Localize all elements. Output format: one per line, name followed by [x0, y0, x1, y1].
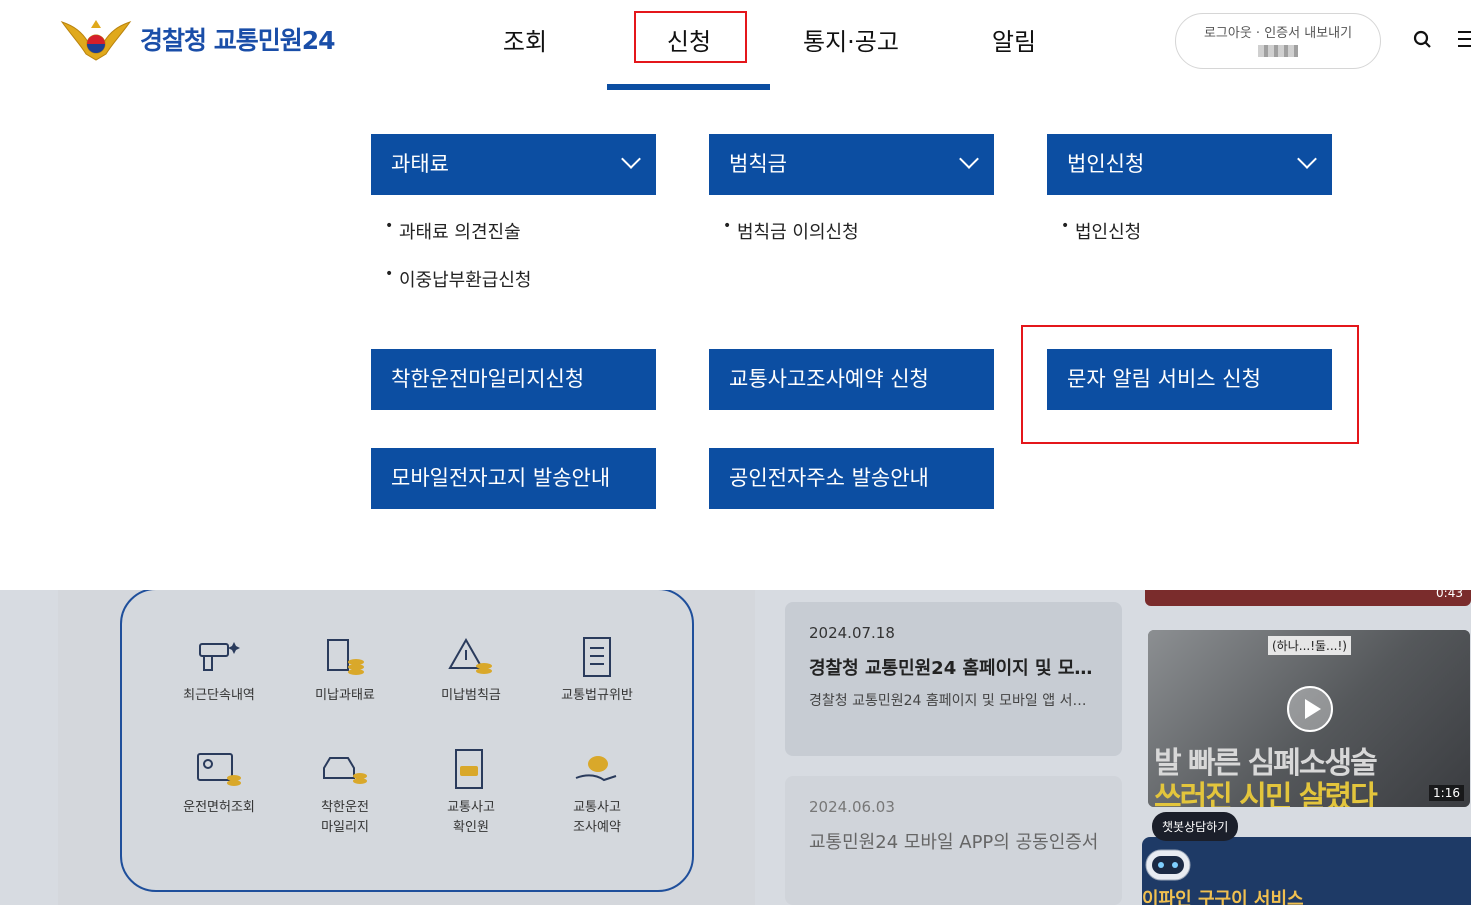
safe-driving-mileage-button[interactable]: 착한운전마일리지신청	[371, 349, 656, 410]
chevron-down-icon	[1297, 149, 1317, 169]
news-card[interactable]: 2024.07.18 경찰청 교통민원24 홈페이지 및 모바일 앱 경찰청 교…	[785, 602, 1122, 756]
category-fine-button[interactable]: 과태료	[371, 134, 656, 195]
category-penalty-label: 범칙금	[729, 152, 787, 176]
page-background: 최근단속내역 미납과태료 미납범칙금 교통법규위반 운전면허조회 착한운전 마일…	[0, 586, 1471, 905]
logout-link[interactable]: 로그아웃	[1204, 26, 1252, 41]
category-corporate-button[interactable]: 법인신청	[1047, 134, 1332, 195]
certified-e-address-button[interactable]: 공인전자주소 발송안내	[709, 448, 994, 509]
checklist-icon	[583, 637, 611, 677]
news-card[interactable]: 2024.06.03 교통민원24 모바일 APP의 공동인증서	[785, 776, 1122, 905]
police-emblem-icon	[60, 14, 132, 64]
car-coins-icon	[323, 757, 367, 784]
quick-accident-reservation[interactable]: 교통사고 조사예약	[542, 748, 652, 838]
quick-accident-certificate[interactable]: 교통사고 확인원	[416, 748, 526, 838]
mobile-e-notice-button[interactable]: 모바일전자고지 발송안내	[371, 448, 656, 509]
news-description: 경찰청 교통민원24 홈페이지 및 모바일 앱 서비스	[809, 693, 1089, 709]
document-car-icon	[455, 749, 483, 789]
hamburger-menu-icon[interactable]	[1458, 31, 1471, 49]
nav-active-indicator	[607, 84, 770, 90]
category-corporate-label: 법인신청	[1067, 152, 1145, 176]
chevron-down-icon	[959, 149, 979, 169]
category-fine-label: 과태료	[391, 152, 449, 176]
video-thumbnail[interactable]: (하나...!둘...!) 발 빠른 심폐소생술 쓰러진 시민 살렸다 1:16	[1148, 630, 1470, 807]
category-penalty-button[interactable]: 범칙금	[709, 134, 994, 195]
quick-traffic-violation[interactable]: 교통법규위반	[542, 636, 652, 706]
video-duration: 1:16	[1429, 785, 1464, 801]
logo-text: 경찰청 교통민원24	[140, 26, 335, 55]
nav-alerts[interactable]: 알림	[978, 22, 1050, 62]
quick-label: 교통법규위반	[561, 688, 633, 703]
nav-inquiry[interactable]: 조회	[488, 22, 562, 62]
news-date: 2024.07.18	[809, 624, 895, 642]
video-caption-line2: 쓰러진 시민 살렸다	[1154, 780, 1378, 807]
hand-piggy-icon	[575, 756, 617, 782]
video-speech-badge: (하나...!둘...!)	[1268, 636, 1351, 655]
quick-label: 미납범칙금	[441, 688, 501, 703]
license-card-icon	[197, 753, 241, 786]
previous-video-thumbnail[interactable]: 0:43	[1145, 586, 1471, 606]
news-date: 2024.06.03	[809, 798, 895, 816]
quick-safe-mileage[interactable]: 착한운전 마일리지	[290, 748, 400, 838]
quick-unpaid-penalty[interactable]: 미납범칙금	[416, 636, 526, 706]
cert-export-link[interactable]: 인증서 내보내기	[1264, 26, 1352, 41]
auth-pill: 로그아웃 · 인증서 내보내기	[1175, 13, 1381, 69]
banner-text: 이파인 구구이 서비스	[1142, 889, 1304, 905]
submenu-double-payment-refund[interactable]: 이중납부환급신청	[385, 266, 531, 292]
receipt-coins-icon	[327, 639, 364, 675]
warning-coins-icon	[448, 637, 492, 674]
quick-menu-box: 최근단속내역 미납과태료 미납범칙금 교통법규위반 운전면허조회 착한운전 마일…	[120, 588, 694, 892]
news-title: 교통민원24 모바일 APP의 공동인증서	[809, 832, 1099, 853]
quick-license-lookup[interactable]: 운전면허조회	[164, 748, 274, 818]
quick-label: 최근단속내역	[183, 688, 255, 703]
accident-investigation-reservation-button[interactable]: 교통사고조사예약 신청	[709, 349, 994, 410]
nav-notice[interactable]: 통지·공고	[792, 22, 910, 62]
site-logo[interactable]: 경찰청 교통민원24	[60, 14, 335, 64]
quick-label: 착한운전 마일리지	[321, 800, 369, 835]
quick-recent-enforcement[interactable]: 최근단속내역	[164, 636, 274, 706]
chevron-down-icon	[621, 149, 641, 169]
quick-label: 운전면허조회	[183, 800, 255, 815]
search-button[interactable]	[1412, 29, 1434, 51]
submenu-corporate-application[interactable]: 법인신청	[1061, 218, 1141, 244]
auth-separator: ·	[1255, 26, 1265, 41]
camera-icon	[199, 642, 240, 671]
quick-label: 교통사고 확인원	[447, 800, 495, 835]
quick-unpaid-fine[interactable]: 미납과태료	[290, 636, 400, 706]
chatbot-button[interactable]	[1142, 842, 1194, 886]
submenu-penalty-objection[interactable]: 범칙금 이의신청	[723, 218, 859, 244]
news-title: 경찰청 교통민원24 홈페이지 및 모바일 앱	[809, 658, 1101, 679]
play-icon	[1287, 686, 1333, 732]
robot-icon	[1145, 849, 1191, 881]
masked-username	[1258, 45, 1298, 57]
chatbot-tooltip: 챗봇상담하기	[1152, 812, 1239, 841]
sms-alert-highlight	[1021, 325, 1359, 444]
search-icon	[1413, 30, 1431, 48]
submenu-fine-opinion[interactable]: 과태료 의견진술	[385, 218, 521, 244]
application-mega-menu: 과태료 범칙금 법인신청 과태료 의견진술 이중납부환급신청 범칙금 이의신청 …	[0, 90, 1471, 590]
nav-application-highlight	[634, 11, 747, 63]
site-header: 경찰청 교통민원24 조회 신청 통지·공고 알림 로그아웃 · 인증서 내보내…	[0, 0, 1471, 90]
quick-label: 미납과태료	[315, 688, 375, 703]
quick-label: 교통사고 조사예약	[573, 800, 621, 835]
